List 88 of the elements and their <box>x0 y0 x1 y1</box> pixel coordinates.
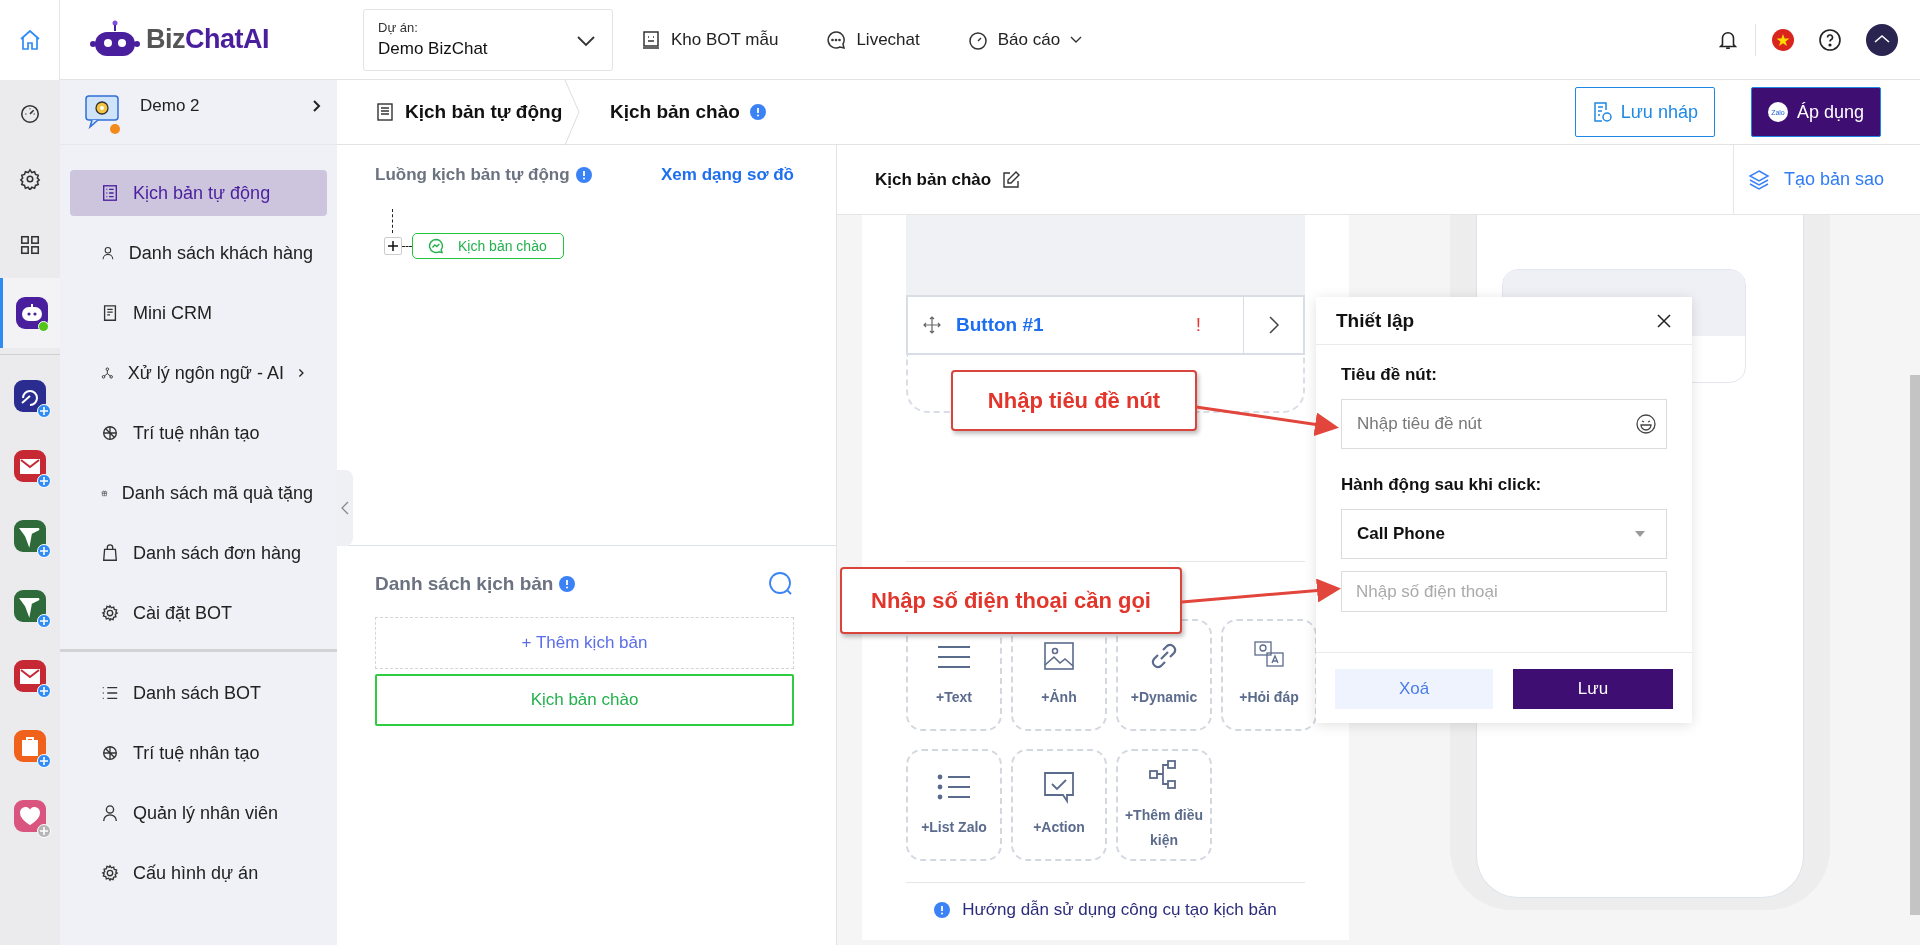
add-block-tile[interactable]: +Thêm điều kiện <box>1116 749 1212 861</box>
add-block-tile[interactable]: +Action <box>1011 749 1107 861</box>
ai-icon <box>101 424 119 442</box>
sidebar-item[interactable]: Xử lý ngôn ngữ - AI <box>70 350 327 396</box>
help-icon[interactable] <box>1818 27 1842 52</box>
dashboard-icon <box>967 29 988 50</box>
sidebar-item[interactable]: Danh sách mã quà tặng <box>70 470 327 516</box>
bag-icon <box>101 544 119 562</box>
popup-button[interactable]: Xoá <box>1335 669 1493 709</box>
project-switcher[interactable]: Demo 2 <box>60 80 337 145</box>
document-icon <box>101 304 119 322</box>
list-icon <box>101 684 119 702</box>
draft-icon <box>1591 101 1612 123</box>
nav-link[interactable]: Báo cáo <box>967 29 1083 50</box>
plus-badge-icon[interactable] <box>37 614 51 628</box>
info-icon[interactable] <box>749 104 766 120</box>
action-button[interactable]: Lưu nháp <box>1574 87 1715 137</box>
logo-text: BizChatAI <box>146 24 269 55</box>
chevron-left-icon <box>341 501 349 515</box>
network-icon <box>101 364 114 382</box>
list-icon <box>101 184 119 202</box>
script-title: Kịch bản chào <box>875 169 992 190</box>
add-script-button[interactable]: + Thêm kịch bản <box>375 617 794 669</box>
info-icon <box>934 902 951 918</box>
sidebar-item[interactable]: Danh sách khách hàng <box>70 230 327 276</box>
action-select[interactable]: Call Phone <box>1341 509 1667 559</box>
chat-icon <box>826 29 847 50</box>
breadcrumb-item[interactable]: Kịch bản chào <box>590 101 786 123</box>
section-title: Luồng kịch bản tự động <box>375 165 570 185</box>
sidebar-item[interactable]: Trí tuệ nhân tạo <box>70 410 327 456</box>
nav-link[interactable]: Livechat <box>826 29 920 50</box>
section-title: Danh sách kịch bản <box>375 573 554 595</box>
sidebar-item[interactable]: Quản lý nhân viên <box>70 790 327 836</box>
user-icon <box>101 804 119 822</box>
diagram-view-link[interactable]: Xem dạng sơ đồ <box>661 165 794 185</box>
callout-tooltip: Nhập tiêu đề nút <box>951 370 1197 431</box>
settings-icon <box>101 604 119 622</box>
popup-title: Thiết lập <box>1336 309 1415 332</box>
chevron-down-icon[interactable] <box>576 34 596 47</box>
sidebar-item[interactable]: Danh sách đơn hàng <box>70 530 327 576</box>
duplicate-button[interactable]: Tạo bản sao <box>1733 144 1920 215</box>
warning-mark: ! <box>1195 314 1201 336</box>
move-icon[interactable] <box>922 315 942 335</box>
field-label: Hành động sau khi click: <box>1341 475 1543 495</box>
plus-badge-icon[interactable] <box>37 684 51 698</box>
popup-button[interactable]: Lưu <box>1513 669 1673 709</box>
info-icon[interactable] <box>575 167 592 183</box>
expand-toggle-icon[interactable] <box>384 237 402 255</box>
scrollbar[interactable] <box>1910 375 1920 915</box>
plus-badge-icon[interactable] <box>37 544 51 558</box>
plus-badge-icon[interactable] <box>37 474 51 488</box>
home-icon[interactable] <box>0 0 60 80</box>
add-block-tile[interactable]: +List Zalo <box>906 749 1002 861</box>
robot-icon <box>641 29 661 50</box>
settings-icon <box>101 864 119 882</box>
user-avatar[interactable] <box>1866 23 1898 56</box>
sidebar-item[interactable]: Mini CRM <box>70 290 327 336</box>
app-launcher[interactable] <box>0 278 60 348</box>
callout-tooltip: Nhập số điện thoại cần gọi <box>840 567 1182 634</box>
phone-number-field[interactable]: Nhập số điện thoại <box>1341 571 1667 612</box>
help-link[interactable]: Hướng dẫn sử dụng công cụ tạo kịch bản <box>906 900 1305 920</box>
button-row[interactable]: Button #1 ! <box>906 295 1305 355</box>
user-icon <box>101 244 115 262</box>
breadcrumb-item[interactable]: Kịch bản tự động <box>337 101 564 123</box>
sidebar-item[interactable]: Danh sách BOT <box>70 670 327 716</box>
sidebar-item[interactable]: Cấu hình dự án <box>70 850 327 896</box>
caret-icon <box>1634 530 1646 538</box>
status-dot <box>38 321 49 332</box>
field-label: Tiêu đề nút: <box>1341 365 1438 385</box>
sidebar-item[interactable]: Trí tuệ nhân tạo <box>70 730 327 776</box>
ai-icon <box>101 744 119 762</box>
search-icon[interactable] <box>768 571 794 597</box>
button-title-field[interactable]: Nhập tiêu đề nút <box>1341 399 1667 449</box>
plus-badge-icon[interactable] <box>37 404 51 418</box>
document-icon <box>375 102 395 122</box>
nav-link[interactable]: Kho BOT mẫu <box>641 29 779 50</box>
project-select[interactable]: Dự án: Demo BizChat <box>363 8 613 71</box>
messenger-icon <box>428 238 444 254</box>
close-icon[interactable] <box>1656 312 1672 329</box>
sidebar-item[interactable]: Cài đặt BOT <box>70 590 327 636</box>
flag-icon[interactable] <box>1772 28 1794 51</box>
sidebar-item[interactable]: Kịch bản tự động <box>70 170 327 216</box>
chevron-right-icon <box>312 99 322 113</box>
edit-icon[interactable] <box>1001 169 1022 190</box>
layers-icon <box>1748 168 1770 191</box>
collapse-handle[interactable] <box>337 470 353 546</box>
info-icon[interactable] <box>559 576 576 592</box>
emoji-icon[interactable] <box>1635 413 1657 435</box>
